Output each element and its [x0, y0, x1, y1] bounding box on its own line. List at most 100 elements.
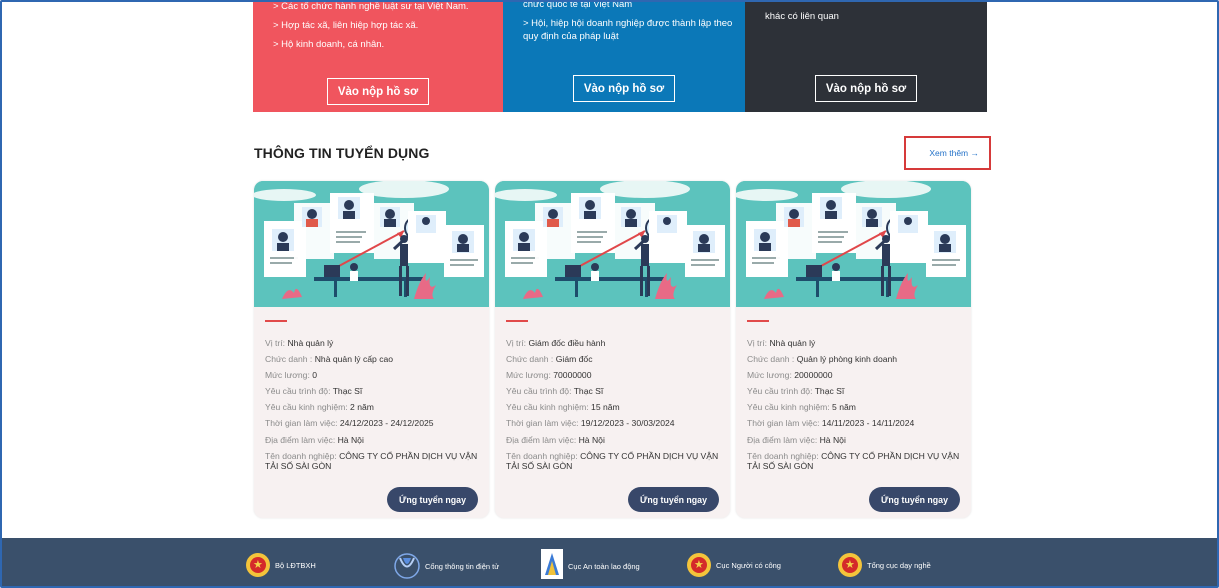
- panel-dark: khác có liên quan Vào nộp hồ sơ: [745, 2, 987, 112]
- labor-safety-logo-icon: [541, 549, 563, 579]
- job-cards: Vị trí: Nhà quản lý Chức danh : Nhà quản …: [254, 181, 971, 518]
- footer-link-ministry[interactable]: Bộ LĐTBXH: [246, 553, 316, 577]
- recruitment-illustration: [495, 181, 730, 307]
- job-info-row: Địa điểm làm việc: Hà Nội: [506, 432, 722, 448]
- job-info-value: 19/12/2023 - 30/03/2024: [580, 418, 675, 429]
- job-info-row: Chức danh : Giám đốc: [506, 351, 722, 367]
- portal-logo-icon: [394, 553, 420, 579]
- job-info-row: Tên doanh nghiệp: CÔNG TY CỔ PHẦN DỊCH V…: [747, 451, 963, 472]
- job-info-row: Thời gian làm việc: 24/12/2023 - 24/12/2…: [265, 415, 481, 431]
- job-info-row: Yêu cầu trình độ: Thạc Sĩ: [265, 383, 481, 399]
- job-info-row: Vị trí: Nhà quản lý: [265, 335, 481, 351]
- accent-divider: [265, 320, 287, 322]
- job-info-label: Chức danh :: [506, 354, 556, 365]
- panel-red-list: > Các tổ chức hành nghề luật sư tại Việt…: [273, 2, 493, 57]
- footer-link-portal[interactable]: Cổng thông tin điện tử: [394, 553, 499, 579]
- job-info: Vị trí: Nhà quản lý Chức danh : Quản lý p…: [747, 335, 963, 472]
- accent-divider: [506, 320, 528, 322]
- panel-blue-item: > Hội, hiệp hội doanh nghiệp được thành …: [523, 18, 733, 42]
- recruitment-illustration-svg: [495, 181, 730, 307]
- job-info-value: 5 năm: [832, 402, 856, 413]
- job-info-value: Hà Nội: [337, 434, 364, 445]
- job-info-value: 2 năm: [350, 402, 374, 413]
- apply-now-button[interactable]: Ứng tuyển ngay: [387, 487, 478, 512]
- job-info-label: Yêu cầu trình độ:: [506, 386, 574, 397]
- job-info-value: 14/11/2023 - 14/11/2024: [821, 418, 915, 429]
- footer-link-label: Cổng thông tin điện tử: [425, 561, 500, 571]
- job-info-value: Thạc Sĩ: [573, 386, 604, 397]
- panel-blue-list: chức quốc tế tại Việt Nam > Hội, hiệp hộ…: [523, 0, 735, 46]
- section-title: THÔNG TIN TUYỂN DỤNG: [254, 145, 430, 161]
- job-card: Vị trí: Nhà quản lý Chức danh : Quản lý p…: [736, 181, 971, 518]
- job-info-label: Yêu cầu kinh nghiệm:: [265, 402, 351, 413]
- panel-red: > Các tổ chức hành nghề luật sư tại Việt…: [253, 2, 503, 112]
- job-info-label: Vị trí:: [265, 338, 288, 348]
- job-info-label: Chức danh :: [747, 354, 797, 365]
- job-info-row: Yêu cầu kinh nghiệm: 15 năm: [506, 399, 722, 415]
- job-info-label: Địa điểm làm việc:: [747, 434, 820, 445]
- job-info-row: Yêu cầu trình độ: Thạc Sĩ: [747, 383, 963, 399]
- panel-dark-list: khác có liên quan: [765, 10, 977, 26]
- see-more-link[interactable]: Xem thêm →: [904, 136, 991, 170]
- job-info-label: Thời gian làm việc:: [747, 418, 822, 429]
- national-emblem-icon: [838, 553, 862, 577]
- submit-dossier-button-blue[interactable]: Vào nộp hồ sơ: [573, 75, 675, 102]
- page-frame: > Các tổ chức hành nghề luật sư tại Việt…: [0, 0, 1219, 588]
- job-info-label: Tên doanh nghiệp:: [506, 450, 581, 461]
- panel-red-item: > Hợp tác xã, liên hiệp hợp tác xã.: [273, 20, 419, 31]
- job-info-row: Yêu cầu kinh nghiệm: 2 năm: [265, 399, 481, 415]
- apply-now-button[interactable]: Ứng tuyển ngay: [628, 487, 719, 512]
- job-info-label: Yêu cầu trình độ:: [265, 386, 333, 397]
- footer: Bộ LĐTBXH Cổng thông tin điện tử Cục An …: [2, 538, 1217, 586]
- panel-dark-item: khác có liên quan: [765, 11, 839, 22]
- job-info-row: Mức lương: 20000000: [747, 367, 963, 383]
- job-info-label: Tên doanh nghiệp:: [747, 450, 822, 461]
- job-info-label: Địa điểm làm việc:: [265, 434, 338, 445]
- job-info-value: 20000000: [794, 370, 833, 381]
- job-info: Vị trí: Giám đốc điều hành Chức danh : Gi…: [506, 335, 722, 472]
- job-info: Vị trí: Nhà quản lý Chức danh : Nhà quản …: [265, 335, 481, 472]
- job-info-value: Nhà quản lý: [287, 338, 334, 348]
- job-info-label: Mức lương:: [506, 370, 554, 381]
- job-info-value: Giám đốc điều hành: [528, 338, 606, 348]
- job-info-value: 15 năm: [591, 402, 620, 413]
- job-info-row: Thời gian làm việc: 14/11/2023 - 14/11/2…: [747, 415, 963, 431]
- job-card: Vị trí: Nhà quản lý Chức danh : Nhà quản …: [254, 181, 489, 518]
- recruitment-illustration: [254, 181, 489, 307]
- submit-dossier-button-dark[interactable]: Vào nộp hồ sơ: [815, 75, 917, 102]
- job-info-row: Vị trí: Nhà quản lý: [747, 335, 963, 351]
- apply-now-button[interactable]: Ứng tuyển ngay: [869, 487, 960, 512]
- job-info-label: Vị trí:: [747, 338, 770, 348]
- job-info-value: Hà Nội: [578, 434, 605, 445]
- footer-link-merit[interactable]: Cục Người có công: [687, 553, 781, 577]
- job-info-value: Quản lý phòng kinh doanh: [796, 354, 898, 365]
- job-info-value: Thạc Sĩ: [332, 386, 363, 397]
- job-info-label: Thời gian làm việc:: [265, 418, 340, 429]
- submit-dossier-button-red[interactable]: Vào nộp hồ sơ: [327, 78, 429, 105]
- category-panels: > Các tổ chức hành nghề luật sư tại Việt…: [253, 2, 987, 112]
- footer-link-label: Tổng cục dạy nghề: [867, 560, 931, 570]
- job-info-value: Hà Nội: [819, 434, 846, 445]
- job-info-label: Mức lương:: [747, 370, 795, 381]
- job-info-value: 24/12/2023 - 24/12/2025: [339, 418, 434, 429]
- footer-link-label: Bộ LĐTBXH: [275, 560, 316, 570]
- job-info-value: Nhà quản lý: [769, 338, 816, 348]
- job-card: Vị trí: Giám đốc điều hành Chức danh : Gi…: [495, 181, 730, 518]
- job-info-value: Thạc Sĩ: [814, 386, 845, 397]
- panel-blue-item: chức quốc tế tại Việt Nam: [523, 0, 633, 10]
- footer-link-vocational[interactable]: Tổng cục dạy nghề: [838, 553, 931, 577]
- recruitment-illustration: [736, 181, 971, 307]
- job-info-label: Chức danh :: [265, 354, 315, 365]
- job-info-label: Tên doanh nghiệp:: [265, 450, 340, 461]
- job-info-row: Vị trí: Giám đốc điều hành: [506, 335, 722, 351]
- job-info-row: Chức danh : Nhà quản lý cấp cao: [265, 351, 481, 367]
- job-info-row: Thời gian làm việc: 19/12/2023 - 30/03/2…: [506, 415, 722, 431]
- job-info-row: Địa điểm làm việc: Hà Nội: [265, 432, 481, 448]
- job-info-label: Yêu cầu kinh nghiệm:: [747, 402, 833, 413]
- footer-link-labor-safety[interactable]: Cục An toàn lao động: [541, 549, 640, 579]
- job-info-row: Địa điểm làm việc: Hà Nội: [747, 432, 963, 448]
- job-info-row: Yêu cầu kinh nghiệm: 5 năm: [747, 399, 963, 415]
- job-info-label: Mức lương:: [265, 370, 313, 381]
- job-info-label: Yêu cầu trình độ:: [747, 386, 815, 397]
- job-info-label: Vị trí:: [506, 338, 529, 348]
